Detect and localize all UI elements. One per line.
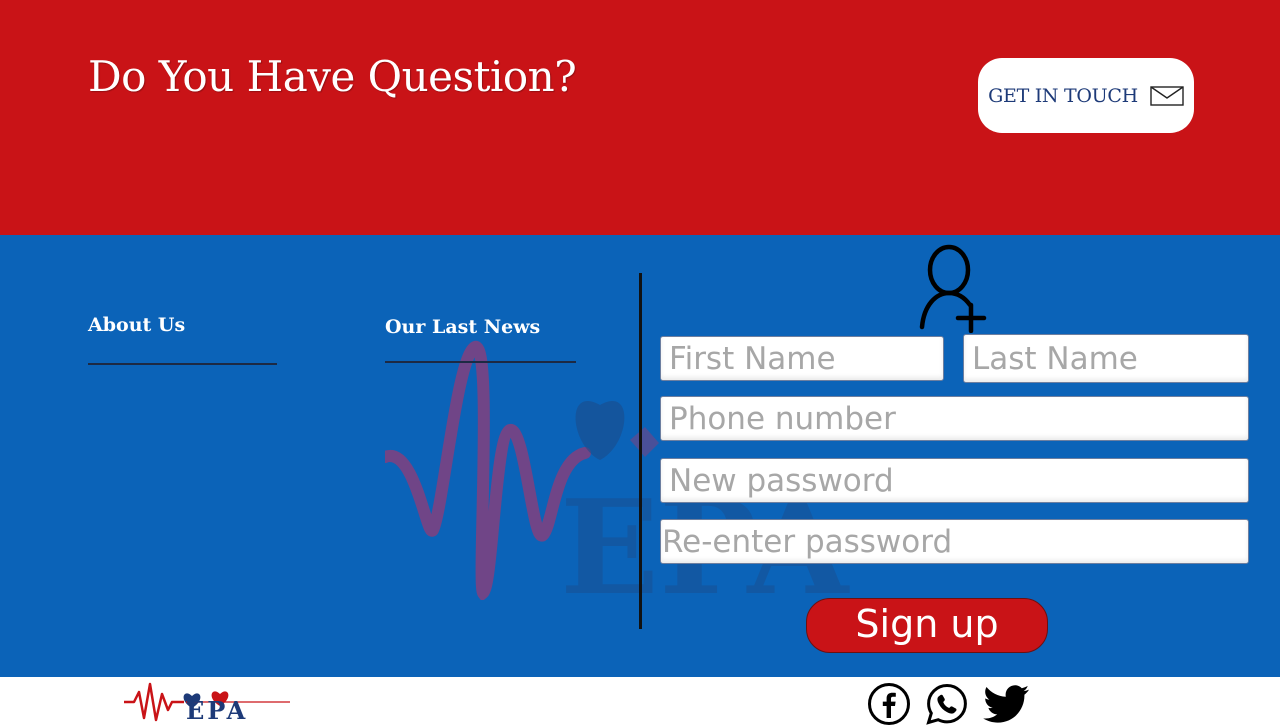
last-name-field bbox=[963, 334, 1249, 383]
first-name-field bbox=[660, 336, 944, 381]
confirm-password-input[interactable] bbox=[661, 520, 1248, 563]
get-in-touch-button[interactable]: GET IN TOUCH bbox=[978, 58, 1194, 133]
phone-field bbox=[660, 396, 1249, 441]
get-in-touch-label: GET IN TOUCH bbox=[988, 84, 1138, 107]
new-password-field bbox=[660, 458, 1249, 503]
last-news-heading: Our Last News bbox=[385, 316, 541, 338]
vertical-divider bbox=[639, 273, 642, 629]
about-us-heading: About Us bbox=[88, 314, 186, 336]
twitter-icon[interactable] bbox=[983, 682, 1031, 726]
last-name-input[interactable] bbox=[964, 335, 1248, 382]
mail-icon bbox=[1150, 85, 1184, 106]
facebook-icon[interactable] bbox=[867, 682, 911, 726]
last-news-underline bbox=[385, 361, 576, 363]
sign-up-button[interactable]: Sign up bbox=[806, 598, 1048, 653]
first-name-input[interactable] bbox=[661, 337, 943, 380]
confirm-password-field bbox=[660, 519, 1249, 564]
about-us-underline bbox=[88, 363, 277, 365]
phone-input[interactable] bbox=[661, 397, 1248, 440]
whatsapp-icon[interactable] bbox=[925, 682, 969, 726]
add-user-icon bbox=[919, 244, 987, 333]
page-title: Do You Have Question? bbox=[88, 52, 577, 101]
logo-text: EPA bbox=[186, 696, 249, 725]
new-password-input[interactable] bbox=[661, 459, 1248, 502]
